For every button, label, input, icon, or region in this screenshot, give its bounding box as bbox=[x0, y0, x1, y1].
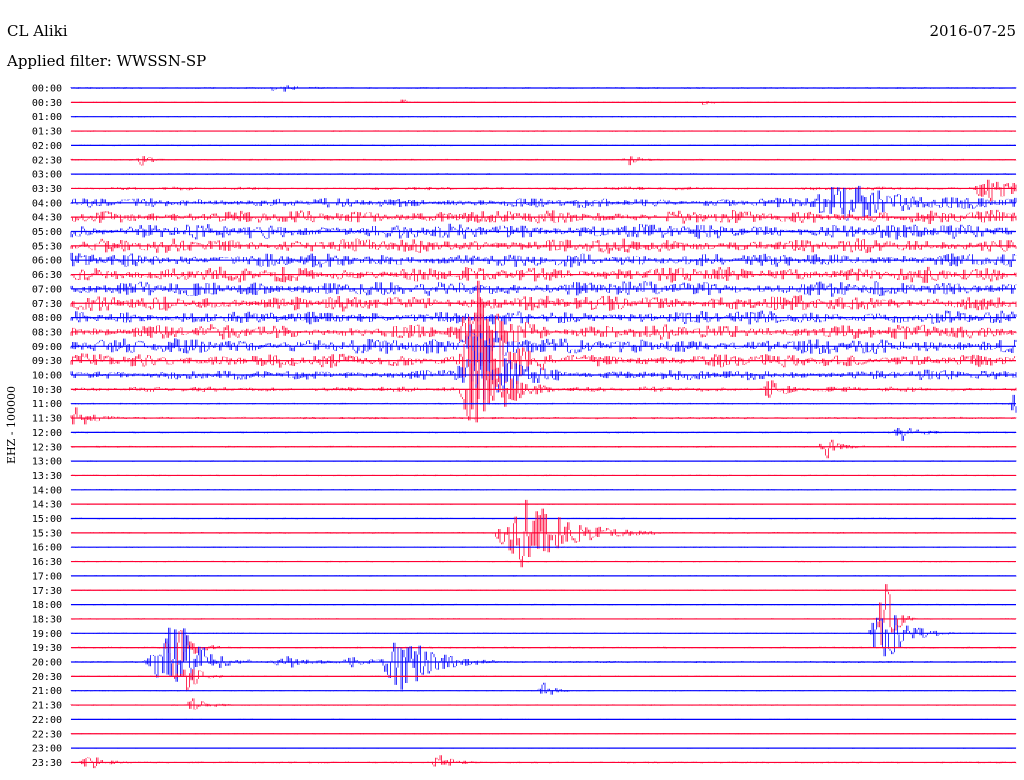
time-tick-label: 11:00 bbox=[32, 399, 62, 410]
trace-row bbox=[70, 669, 1017, 691]
helicorder-plot: 00:00 00:30 01:00 01:30 02:00 02:30 03:00 03:30… bbox=[32, 84, 1017, 769]
time-tick-label: 23:30 bbox=[32, 758, 62, 769]
trace-row bbox=[70, 627, 1017, 690]
time-tick-label: 19:00 bbox=[32, 629, 62, 640]
time-tick-label: 02:30 bbox=[32, 155, 62, 166]
trace-row bbox=[70, 280, 1017, 372]
trace-row bbox=[70, 630, 1017, 679]
time-tick-label: 00:30 bbox=[32, 98, 62, 109]
time-tick-label: 22:30 bbox=[32, 729, 62, 740]
time-tick-label: 02:00 bbox=[32, 141, 62, 152]
time-tick-label: 09:00 bbox=[32, 342, 62, 353]
trace-row bbox=[70, 156, 1017, 166]
time-tick-label: 20:00 bbox=[32, 658, 62, 669]
time-tick-label: 04:00 bbox=[32, 198, 62, 209]
time-tick-label: 12:00 bbox=[32, 428, 62, 439]
time-tick-label: 08:30 bbox=[32, 327, 62, 338]
time-tick-label: 06:30 bbox=[32, 270, 62, 281]
time-tick-label: 03:00 bbox=[32, 170, 62, 181]
trace-row bbox=[70, 407, 1017, 425]
time-tick-label: 05:00 bbox=[32, 227, 62, 238]
time-tick-label: 20:30 bbox=[32, 672, 62, 683]
time-tick-label: 22:00 bbox=[32, 715, 62, 726]
time-tick-label: 16:00 bbox=[32, 543, 62, 554]
time-tick-label: 15:30 bbox=[32, 528, 62, 539]
time-tick-label: 17:00 bbox=[32, 571, 62, 582]
time-tick-label: 21:30 bbox=[32, 701, 62, 712]
time-tick-label: 19:30 bbox=[32, 643, 62, 654]
time-tick-label: 21:00 bbox=[32, 686, 62, 697]
trace-row bbox=[70, 755, 1017, 769]
time-tick-label: 17:30 bbox=[32, 586, 62, 597]
time-tick-label: 09:30 bbox=[32, 356, 62, 367]
time-tick-label: 01:30 bbox=[32, 127, 62, 138]
trace-row bbox=[70, 428, 1017, 441]
trace-row bbox=[70, 499, 1017, 568]
time-tick-label: 01:00 bbox=[32, 112, 62, 123]
time-tick-label: 14:00 bbox=[32, 485, 62, 496]
time-tick-label: 11:30 bbox=[32, 414, 62, 425]
time-tick-label: 07:00 bbox=[32, 284, 62, 295]
time-tick-label: 16:30 bbox=[32, 557, 62, 568]
time-tick-label: 18:00 bbox=[32, 600, 62, 611]
time-tick-label: 08:00 bbox=[32, 313, 62, 324]
trace-row bbox=[72, 179, 1017, 202]
time-tick-label: 07:30 bbox=[32, 299, 62, 310]
time-tick-label: 12:30 bbox=[32, 442, 62, 453]
time-tick-label: 15:00 bbox=[32, 514, 62, 525]
trace-row bbox=[70, 439, 1017, 459]
time-tick-label: 18:30 bbox=[32, 614, 62, 625]
time-tick-label: 00:00 bbox=[32, 84, 62, 95]
time-tick-label: 13:00 bbox=[32, 457, 62, 468]
time-tick-label: 06:00 bbox=[32, 256, 62, 267]
time-tick-label: 23:00 bbox=[32, 744, 62, 755]
trace-row bbox=[70, 324, 1017, 364]
time-tick-label: 10:30 bbox=[32, 385, 62, 396]
time-tick-label: 03:30 bbox=[32, 184, 62, 195]
time-tick-labels: 00:00 00:30 01:00 01:30 02:00 02:30 03:00 03:30… bbox=[32, 84, 62, 769]
trace-row bbox=[70, 682, 1017, 695]
trace-row bbox=[70, 584, 1017, 645]
time-tick-label: 14:30 bbox=[32, 500, 62, 511]
time-tick-label: 04:30 bbox=[32, 213, 62, 224]
time-tick-label: 10:00 bbox=[32, 371, 62, 382]
trace-row bbox=[70, 698, 1017, 710]
time-tick-label: 13:30 bbox=[32, 471, 62, 482]
seismic-traces bbox=[70, 85, 1017, 769]
time-tick-label: 05:30 bbox=[32, 241, 62, 252]
trace-row bbox=[70, 615, 1017, 657]
